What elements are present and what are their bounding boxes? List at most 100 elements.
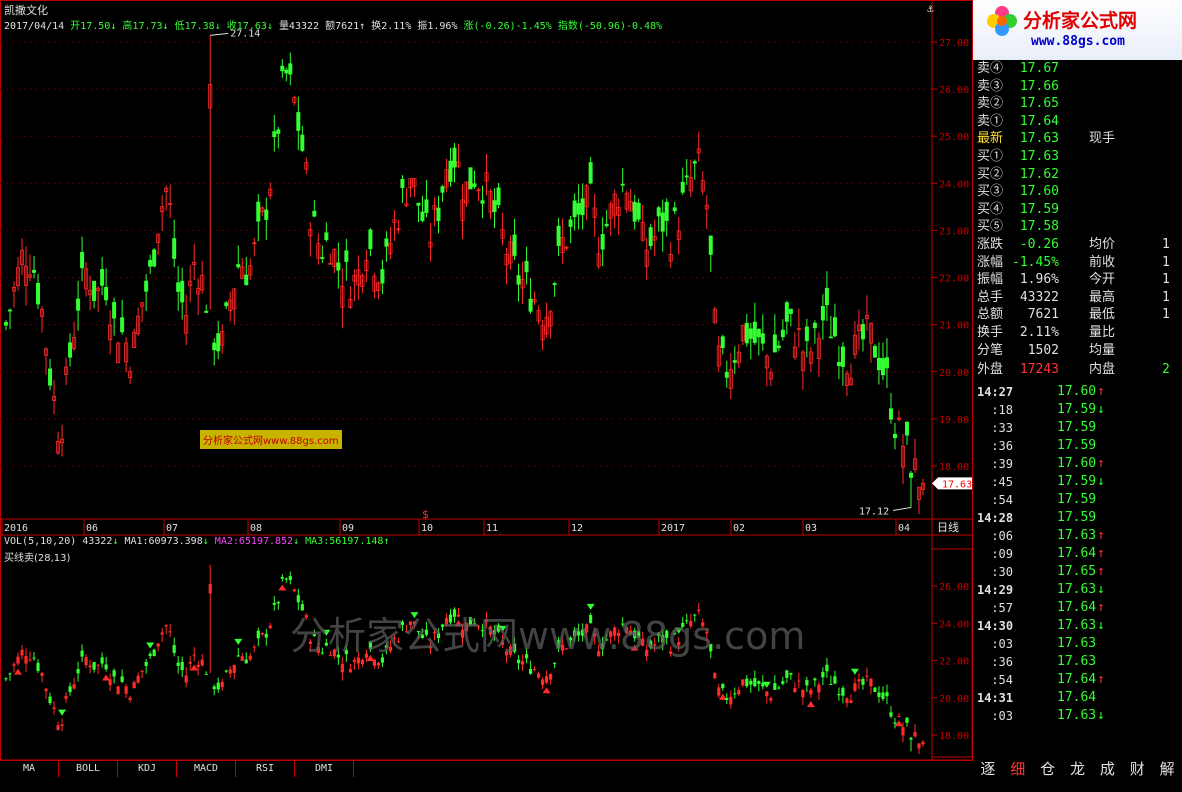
tab-boll[interactable]: BOLL — [59, 761, 118, 777]
candle-body — [604, 223, 609, 227]
tick-row: 14:29 17.63 ↓ — [973, 581, 1169, 599]
tab-ma[interactable]: MA — [0, 761, 59, 777]
indicator-body — [757, 681, 761, 684]
tick-row: :36 17.59 — [973, 437, 1169, 455]
candle-body — [784, 302, 789, 322]
tick-price: 17.59 — [1057, 474, 1097, 490]
candle-body — [884, 357, 889, 369]
indicator-body — [532, 669, 537, 671]
tick-time: 14:31 — [977, 691, 1014, 706]
tab-zhubi[interactable]: 逐 — [973, 758, 1003, 780]
y-tick-label: 24.00 — [939, 179, 969, 190]
candle-body — [400, 179, 405, 188]
tab-jie[interactable]: 解 — [1152, 758, 1182, 780]
candle-body — [760, 333, 765, 344]
indicator-body — [88, 665, 92, 668]
indicator-body — [168, 631, 172, 633]
tab-long[interactable]: 龙 — [1063, 758, 1093, 780]
candle-body — [660, 212, 665, 232]
indicator-body — [240, 656, 244, 661]
bid-row[interactable]: 买① 17.63 — [973, 148, 1169, 165]
indicator-body — [216, 682, 220, 690]
tick-row: :39 17.60 ↑ — [973, 455, 1169, 473]
vol-value: 43322 — [82, 536, 113, 547]
tab-macd[interactable]: MACD — [177, 761, 236, 777]
candle-body — [320, 257, 325, 259]
indicator-body — [737, 689, 741, 695]
tick-row: :36 17.63 — [973, 653, 1169, 671]
indicator-body — [889, 712, 893, 717]
sub-y-tick-label: 26.00 — [939, 582, 969, 593]
indicator-body — [64, 695, 68, 699]
candle-body — [836, 361, 841, 366]
logo-url[interactable]: www.88gs.com — [1031, 34, 1125, 49]
candle-body — [904, 421, 909, 436]
indicator-body — [536, 673, 541, 678]
candle-body — [424, 199, 429, 213]
bid-row[interactable]: 买③ 17.60 — [973, 183, 1169, 200]
arrow-down-icon: ↓ — [1097, 708, 1105, 724]
candle-body — [36, 282, 41, 305]
stat-row: 振幅 1.96% 今开 1 — [973, 271, 1170, 288]
indicator-body — [905, 717, 909, 723]
stat-row: 换手 2.11% 量比 — [973, 324, 1169, 341]
candle-body — [748, 328, 753, 339]
bid-row[interactable]: 买④ 17.59 — [973, 201, 1169, 218]
candle-body — [416, 202, 421, 206]
tick-time: :03 — [991, 637, 1013, 652]
stock-chart-window: 27.00 26.00 25.00 24.00 23.00 22.00 21.00 20.00… — [0, 0, 1182, 792]
candle-body — [148, 259, 153, 267]
indicator-body — [152, 649, 156, 656]
bid-row[interactable]: 买② 17.62 — [973, 166, 1169, 183]
x-tick-label: 09 — [342, 523, 354, 534]
indicator-body — [204, 673, 208, 675]
indicator-body — [28, 659, 32, 661]
stat-row: 分笔 1502 均量 — [973, 342, 1169, 359]
tick-row: :30 17.65 ↑ — [973, 563, 1169, 581]
candle-body — [620, 183, 625, 186]
tab-cheng[interactable]: 成 — [1092, 758, 1122, 780]
indicator-body — [224, 670, 228, 672]
indicator-body — [857, 679, 861, 682]
tab-cai[interactable]: 财 — [1122, 758, 1152, 780]
indicator-body — [244, 659, 248, 664]
candle-body — [68, 342, 73, 358]
indicator-body — [56, 725, 60, 730]
tab-cang[interactable]: 仓 — [1033, 758, 1063, 780]
arrow-up-icon: ↑ — [1097, 672, 1105, 688]
indicator-body — [721, 683, 725, 689]
ask-row[interactable]: 卖③ 17.66 — [973, 78, 1169, 95]
panel-tab-bar: 逐 细 仓 龙 成 财 解 — [973, 758, 1182, 780]
arrow-up-icon: ↑ — [1097, 456, 1105, 472]
tick-time: :30 — [991, 565, 1013, 580]
indicator-body — [144, 661, 148, 666]
flower-logo-icon — [985, 4, 1019, 38]
latest-row[interactable]: 最新 17.63 现手 — [973, 130, 1169, 147]
ask-row[interactable]: 卖② 17.65 — [973, 95, 1169, 112]
tick-row: :03 17.63 — [973, 635, 1169, 653]
candle-body — [172, 238, 177, 259]
indicator-body — [713, 673, 717, 679]
anchor-icon[interactable]: ⚓ — [926, 2, 934, 15]
tab-xi[interactable]: 细 — [1003, 758, 1033, 780]
indicator-body — [745, 678, 749, 687]
candle-body — [860, 323, 865, 340]
chart-canvas[interactable]: 27.00 26.00 25.00 24.00 23.00 22.00 21.00 20.00… — [0, 0, 973, 792]
x-tick-label: 02 — [733, 523, 745, 534]
tab-rsi[interactable]: RSI — [236, 761, 295, 777]
tab-kdj[interactable]: KDJ — [118, 761, 177, 777]
y-tick-label: 22.00 — [939, 274, 969, 285]
candle-body — [244, 274, 249, 286]
indicator-body — [849, 700, 853, 703]
ask-row[interactable]: 卖① 17.64 — [973, 113, 1169, 130]
bid-row[interactable]: 买⑤ 17.58 — [973, 218, 1169, 235]
tick-time: :09 — [991, 547, 1013, 562]
candle-body — [8, 309, 13, 312]
candle-body — [664, 201, 669, 221]
tick-row: :06 17.63 ↑ — [973, 527, 1169, 545]
tab-dmi[interactable]: DMI — [295, 761, 354, 777]
ask-row[interactable]: 卖④ 17.67 — [973, 60, 1169, 77]
candle-body — [804, 326, 809, 342]
indicator-body — [520, 661, 525, 665]
candle-body — [600, 234, 605, 250]
